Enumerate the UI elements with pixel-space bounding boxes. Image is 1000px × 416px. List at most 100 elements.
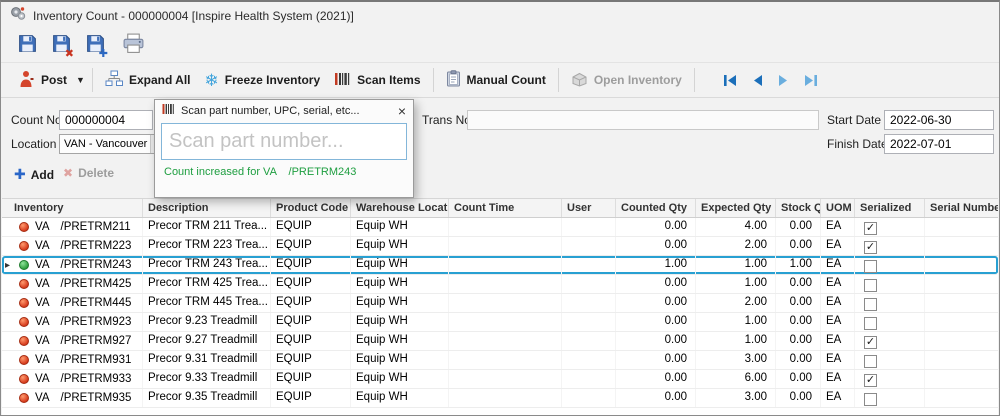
counted-qty-cell[interactable]: 0.00 [616, 351, 696, 369]
warehouse-location-cell[interactable]: Equip WH [351, 294, 449, 312]
serialized-checkbox[interactable] [864, 392, 877, 406]
column-header-warehouse-location[interactable]: Warehouse Location [351, 199, 449, 217]
inventory-cell[interactable]: VA /PRETRM933 [2, 370, 143, 388]
description-cell[interactable]: Precor TRM 223 Trea... [143, 237, 271, 255]
expected-qty-cell[interactable]: 3.00 [696, 389, 776, 407]
serialized-cell[interactable] [855, 256, 925, 274]
serialized-cell[interactable] [855, 294, 925, 312]
print-button[interactable] [119, 32, 147, 60]
location-combobox[interactable]: VAN - Vancouver ▾ [59, 134, 165, 154]
serialized-cell[interactable] [855, 332, 925, 350]
stock-qty-cell[interactable]: 0.00 [776, 237, 821, 255]
save-discard-button[interactable]: ✖ [47, 32, 75, 60]
table-row[interactable]: VA /PRETRM923 Precor 9.23 Treadmill EQUI… [2, 313, 998, 332]
column-header-description[interactable]: Description [143, 199, 271, 217]
serialized-cell[interactable] [855, 370, 925, 388]
user-cell[interactable] [562, 275, 616, 293]
column-header-product-code[interactable]: Product Code [271, 199, 351, 217]
delete-button[interactable]: ✖ Delete [63, 166, 114, 180]
description-cell[interactable]: Precor 9.35 Treadmill [143, 389, 271, 407]
user-cell[interactable] [562, 294, 616, 312]
serialized-checkbox[interactable] [864, 316, 877, 330]
save-button[interactable] [13, 32, 41, 60]
close-icon[interactable]: × [398, 104, 406, 118]
expected-qty-cell[interactable]: 3.00 [696, 351, 776, 369]
column-header-uom[interactable]: UOM [821, 199, 855, 217]
first-record-button[interactable] [722, 73, 738, 88]
freeze-inventory-button[interactable]: ❄ Freeze Inventory [198, 68, 328, 93]
inventory-cell[interactable]: VA /PRETRM931 [2, 351, 143, 369]
warehouse-location-cell[interactable]: Equip WH [351, 389, 449, 407]
serialized-cell[interactable] [855, 218, 925, 236]
count-time-cell[interactable] [449, 351, 562, 369]
description-cell[interactable]: Precor TRM 425 Trea... [143, 275, 271, 293]
column-header-stock-qty[interactable]: Stock Qty [776, 199, 821, 217]
column-header-expected-qty[interactable]: Expected Qty [696, 199, 776, 217]
counted-qty-cell[interactable]: 0.00 [616, 370, 696, 388]
count-time-cell[interactable] [449, 370, 562, 388]
serialized-checkbox[interactable] [864, 297, 877, 311]
description-cell[interactable]: Precor 9.23 Treadmill [143, 313, 271, 331]
product-code-cell[interactable]: EQUIP [271, 218, 351, 236]
column-header-counted-qty[interactable]: Counted Qty [616, 199, 696, 217]
product-code-cell[interactable]: EQUIP [271, 389, 351, 407]
stock-qty-cell[interactable]: 1.00 [776, 256, 821, 274]
next-record-button[interactable] [777, 73, 790, 88]
uom-cell[interactable]: EA [821, 313, 855, 331]
serialized-checkbox[interactable] [864, 335, 877, 349]
inventory-cell[interactable]: VA /PRETRM211 [2, 218, 143, 236]
inventory-cell[interactable]: VA /PRETRM445 [2, 294, 143, 312]
uom-cell[interactable]: EA [821, 370, 855, 388]
uom-cell[interactable]: EA [821, 256, 855, 274]
description-cell[interactable]: Precor 9.27 Treadmill [143, 332, 271, 350]
uom-cell[interactable]: EA [821, 351, 855, 369]
product-code-cell[interactable]: EQUIP [271, 332, 351, 350]
expected-qty-cell[interactable]: 1.00 [696, 275, 776, 293]
counted-qty-cell[interactable]: 1.00 [616, 256, 696, 274]
count-time-cell[interactable] [449, 294, 562, 312]
user-cell[interactable] [562, 370, 616, 388]
inventory-cell[interactable]: VA /PRETRM223 [2, 237, 143, 255]
stock-qty-cell[interactable]: 0.00 [776, 370, 821, 388]
product-code-cell[interactable]: EQUIP [271, 294, 351, 312]
previous-record-button[interactable] [751, 73, 764, 88]
expected-qty-cell[interactable]: 4.00 [696, 218, 776, 236]
stock-qty-cell[interactable]: 0.00 [776, 313, 821, 331]
expand-all-button[interactable]: Expand All [98, 66, 198, 94]
uom-cell[interactable]: EA [821, 275, 855, 293]
serial-number-cell[interactable] [925, 389, 998, 407]
trans-no-field[interactable] [467, 110, 819, 130]
count-no-field[interactable]: 000000004 [59, 110, 153, 130]
column-header-user[interactable]: User [562, 199, 616, 217]
add-button[interactable]: ✚ Add [14, 166, 54, 183]
description-cell[interactable]: Precor TRM 211 Trea... [143, 218, 271, 236]
start-date-field[interactable]: 2022-06-30 [884, 110, 994, 130]
serialized-cell[interactable] [855, 351, 925, 369]
open-inventory-button[interactable]: Open Inventory [564, 67, 689, 94]
inventory-cell[interactable]: VA /PRETRM927 [2, 332, 143, 350]
column-header-serial-number[interactable]: Serial Number [925, 199, 998, 217]
serialized-cell[interactable] [855, 237, 925, 255]
user-cell[interactable] [562, 389, 616, 407]
serial-number-cell[interactable] [925, 237, 998, 255]
serial-number-cell[interactable] [925, 332, 998, 350]
serialized-checkbox[interactable] [864, 354, 877, 368]
user-cell[interactable] [562, 256, 616, 274]
warehouse-location-cell[interactable]: Equip WH [351, 351, 449, 369]
expected-qty-cell[interactable]: 1.00 [696, 256, 776, 274]
description-cell[interactable]: Precor TRM 445 Trea... [143, 294, 271, 312]
serial-number-cell[interactable] [925, 275, 998, 293]
serialized-cell[interactable] [855, 313, 925, 331]
table-row[interactable]: VA /PRETRM927 Precor 9.27 Treadmill EQUI… [2, 332, 998, 351]
post-dropdown-arrow[interactable]: ▼ [74, 71, 87, 89]
counted-qty-cell[interactable]: 0.00 [616, 294, 696, 312]
warehouse-location-cell[interactable]: Equip WH [351, 275, 449, 293]
serial-number-cell[interactable] [925, 313, 998, 331]
scan-items-button[interactable]: Scan Items [327, 67, 427, 94]
user-cell[interactable] [562, 332, 616, 350]
expected-qty-cell[interactable]: 6.00 [696, 370, 776, 388]
scan-input[interactable] [161, 123, 407, 160]
table-row[interactable]: VA /PRETRM445 Precor TRM 445 Trea... EQU… [2, 294, 998, 313]
serial-number-cell[interactable] [925, 256, 998, 274]
product-code-cell[interactable]: EQUIP [271, 351, 351, 369]
